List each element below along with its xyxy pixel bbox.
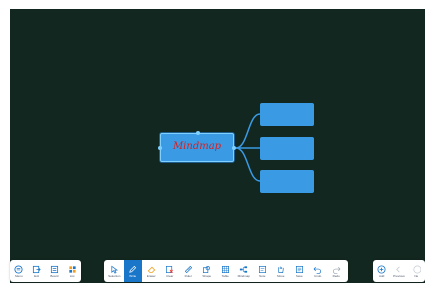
list-icon	[68, 265, 76, 273]
menu-button[interactable]: Menu	[10, 260, 28, 282]
ruler-icon	[184, 265, 192, 273]
menu-label: Menu	[15, 273, 23, 278]
mindmap-icon	[240, 265, 248, 273]
mindmap-child-node-1[interactable]	[260, 103, 314, 126]
connector-to-child-3	[235, 147, 261, 182]
add-page-button[interactable]: Add	[373, 260, 390, 282]
eraser-label: Eraser	[146, 273, 156, 278]
cursor-icon	[111, 265, 118, 274]
move-tool-button[interactable]: Move	[272, 260, 291, 282]
ruler-tool-button[interactable]: Ruler	[179, 260, 198, 282]
next-page-button[interactable]: Ne	[408, 260, 425, 282]
shape-tool-button[interactable]: Shape	[198, 260, 217, 282]
exit-button[interactable]: Exit	[28, 260, 46, 282]
table-icon	[221, 265, 229, 273]
resize-handle-left[interactable]	[158, 146, 162, 150]
write-tool-button[interactable]: Write	[123, 260, 142, 282]
add-label: Add	[378, 273, 385, 278]
connector-to-child-1	[235, 113, 261, 149]
selection-tool-button[interactable]: Selection	[105, 260, 124, 282]
eraser-tool-button[interactable]: Eraser	[142, 260, 161, 282]
next-label: Ne	[414, 273, 419, 278]
save-tool-button[interactable]: Save	[290, 260, 309, 282]
undo-button[interactable]: Undo	[309, 260, 328, 282]
table-label: Table	[221, 273, 229, 278]
toolbar-right: Add Previous Ne	[373, 260, 425, 282]
previous-page-button[interactable]: Previous	[390, 260, 407, 282]
mindmap-child-node-3[interactable]	[260, 170, 314, 193]
toolbar-center: Selection Write Eraser Clear Ruler Shape…	[104, 260, 348, 282]
table-tool-button[interactable]: Table	[216, 260, 235, 282]
note-label: Note	[259, 273, 266, 278]
resize-handle-top[interactable]	[196, 131, 200, 135]
toolbar-left: Menu Exit Board List	[10, 260, 81, 282]
save-icon	[295, 265, 303, 273]
list-label: List	[69, 273, 75, 278]
menu-icon	[14, 264, 23, 274]
undo-label: Undo	[314, 273, 322, 278]
add-icon	[377, 264, 386, 274]
board-button[interactable]: Board	[46, 260, 64, 282]
eraser-icon	[147, 266, 155, 273]
whiteboard-canvas[interactable]: Mindmap	[10, 9, 425, 283]
next-icon	[413, 265, 421, 273]
note-tool-button[interactable]: Note	[253, 260, 272, 282]
mindmap-child-node-2[interactable]	[260, 137, 314, 160]
selection-label: Selection	[108, 273, 121, 278]
board-icon	[50, 265, 58, 273]
redo-button[interactable]: Redo	[327, 260, 346, 282]
chevron-left-icon	[396, 266, 401, 272]
mindmap-central-node[interactable]: Mindmap	[158, 131, 236, 162]
clear-tool-button[interactable]: Clear	[161, 260, 180, 282]
shape-icon	[203, 265, 211, 273]
board-label: Board	[50, 273, 59, 278]
list-button[interactable]: List	[63, 260, 81, 282]
exit-icon	[33, 265, 41, 273]
previous-label: Previous	[393, 273, 405, 278]
redo-icon	[332, 266, 341, 274]
exit-label: Exit	[34, 273, 40, 278]
pen-icon	[129, 265, 137, 273]
note-icon	[258, 265, 266, 273]
redo-label: Redo	[332, 273, 340, 278]
undo-icon	[313, 266, 322, 274]
resize-handle-right[interactable]	[232, 146, 236, 150]
clear-icon	[166, 265, 174, 273]
hand-icon	[278, 266, 284, 273]
save-label: Save	[295, 273, 303, 278]
shape-label: Shape	[202, 273, 212, 278]
mindmap-central-label: Mindmap	[172, 141, 222, 152]
ruler-label: Ruler	[184, 273, 192, 278]
mindmap-label: Mindmap	[237, 273, 250, 278]
move-label: Move	[277, 273, 285, 278]
write-label: Write	[129, 273, 137, 278]
clear-label: Clear	[166, 273, 174, 278]
mindmap-tool-button[interactable]: Mindmap	[235, 260, 254, 282]
